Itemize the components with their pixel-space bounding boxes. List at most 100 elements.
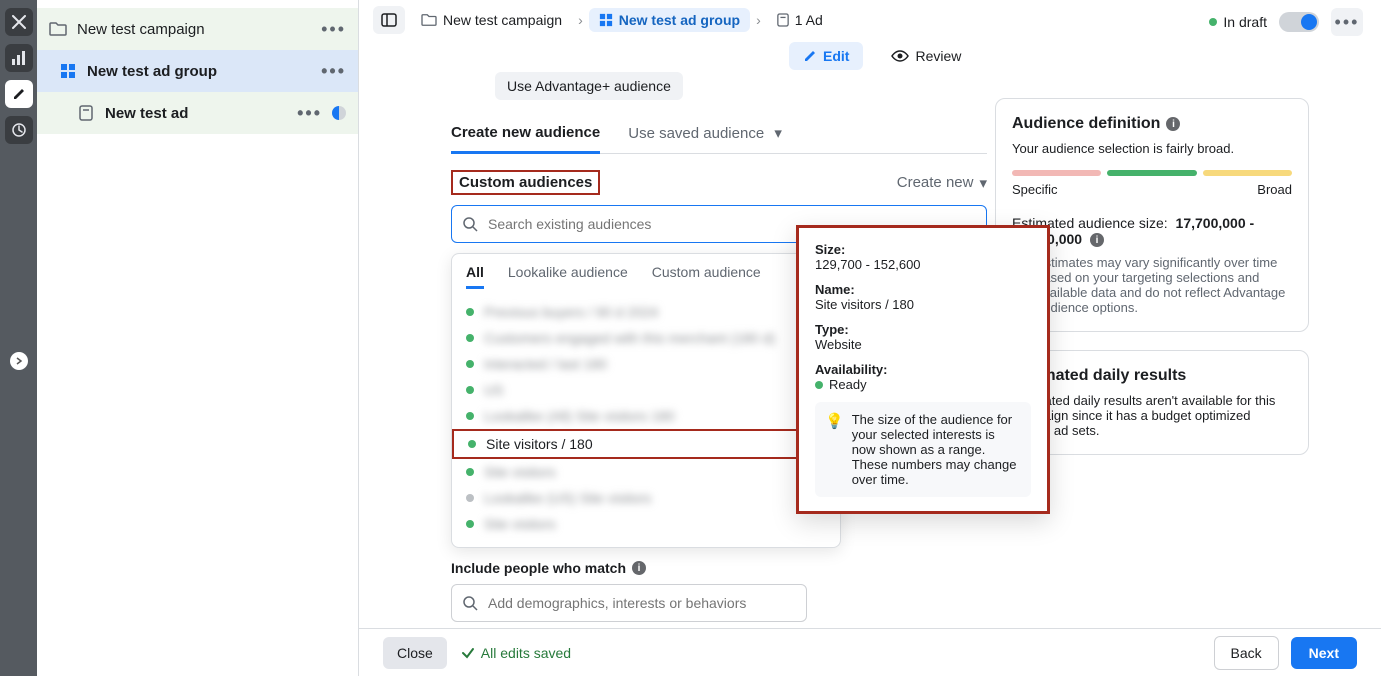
panel-toggle-icon[interactable]	[373, 6, 405, 34]
tab-saved-audience-label: Use saved audience	[628, 125, 764, 142]
meter-labels: Specific Broad	[1012, 182, 1292, 197]
clock-icon[interactable]	[5, 116, 33, 144]
folder-icon	[49, 20, 67, 38]
folder-icon	[421, 13, 437, 27]
tooltip-note: 💡 The size of the audience for your sele…	[815, 402, 1031, 497]
tree-adgroup-row[interactable]: New test ad group •••	[37, 50, 358, 92]
chart-icon[interactable]	[5, 44, 33, 72]
audience-item-label: Site visitors	[484, 464, 556, 480]
grid-icon	[59, 62, 77, 80]
audience-list-item[interactable]: Site visitors	[452, 511, 840, 537]
dd-tab-lookalike[interactable]: Lookalike audience	[508, 264, 628, 289]
tooltip-availability-row: Availability: Ready	[815, 362, 1031, 392]
expand-rail-icon[interactable]	[10, 352, 28, 370]
status-dot-icon	[466, 412, 474, 420]
advantage-suggestion-button[interactable]: Use Advantage+ audience	[495, 72, 683, 100]
audience-mode-tabs: Create new audience Use saved audience ▾	[451, 118, 987, 154]
lightbulb-icon: 💡	[825, 412, 844, 487]
custom-audiences-label: Custom audiences	[451, 170, 600, 195]
left-icon-rail	[0, 0, 37, 676]
status-dot-icon	[466, 468, 474, 476]
edit-button-label: Edit	[823, 48, 849, 64]
audience-list-item[interactable]: Customers engaged with this merchant (18…	[452, 325, 840, 351]
meter-label-specific: Specific	[1012, 182, 1058, 197]
more-icon[interactable]: •••	[297, 103, 322, 124]
audience-item-label: Previous buyers / 90 d 2024	[484, 304, 658, 320]
check-icon	[461, 646, 475, 660]
back-button[interactable]: Back	[1214, 636, 1279, 670]
dd-tab-custom[interactable]: Custom audience	[652, 264, 761, 289]
dd-tab-all[interactable]: All	[466, 264, 484, 289]
audience-list-item[interactable]: Interacted / last 180	[452, 351, 840, 377]
draft-status-label: In draft	[1223, 14, 1267, 30]
audience-item-label: Lookalike (US) Site visitors	[484, 490, 651, 506]
tooltip-availability-label: Availability:	[815, 362, 1031, 377]
meter-seg-mid	[1107, 170, 1196, 176]
status-dot-icon	[468, 440, 476, 448]
tree-campaign-label: New test campaign	[77, 21, 205, 38]
create-new-audience-button[interactable]: Create new ▾	[897, 174, 987, 192]
pencil-icon	[803, 49, 817, 63]
chevron-right-icon: ›	[578, 12, 583, 28]
status-dot-icon	[466, 334, 474, 342]
saved-indicator-label: All edits saved	[481, 645, 571, 661]
close-button[interactable]: Close	[383, 637, 447, 669]
status-dot-icon	[466, 360, 474, 368]
info-icon[interactable]: i	[1090, 233, 1104, 247]
status-dot-icon	[466, 494, 474, 502]
edit-button[interactable]: Edit	[789, 42, 863, 70]
audience-list-item[interactable]: Lookalike (All) Site visitors 180	[452, 403, 840, 429]
tooltip-size-label: Size:	[815, 242, 1031, 257]
meter-seg-broad	[1203, 170, 1292, 176]
crumb-campaign[interactable]: New test campaign	[411, 8, 572, 32]
audience-filter-tabs: All Lookalike audience Custom audience	[452, 264, 840, 299]
tree-ad-label: New test ad	[105, 105, 188, 122]
audience-list-item[interactable]: US	[452, 377, 840, 403]
chevron-right-icon: ›	[756, 12, 761, 28]
breadcrumb: New test campaign › New test ad group › …	[373, 6, 833, 34]
eye-icon	[891, 50, 909, 62]
header-bar: New test campaign › New test ad group › …	[359, 0, 1381, 72]
audience-list-item-selected[interactable]: Site visitors / 180	[452, 429, 840, 459]
more-icon[interactable]: •••	[321, 19, 346, 40]
audience-item-label: Interacted / last 180	[484, 356, 607, 372]
include-people-text: Include people who match	[451, 560, 626, 576]
tab-create-audience[interactable]: Create new audience	[451, 118, 600, 154]
create-new-label: Create new	[897, 174, 974, 191]
more-icon[interactable]: •••	[321, 61, 346, 82]
crumb-adgroup[interactable]: New test ad group	[589, 8, 750, 32]
crumb-adgroup-label: New test ad group	[619, 12, 740, 28]
info-icon[interactable]: i	[1166, 117, 1180, 131]
status-dot-icon	[815, 381, 823, 389]
publish-toggle[interactable]	[1279, 12, 1319, 32]
more-icon[interactable]: •••	[1331, 8, 1363, 36]
review-button-label: Review	[915, 48, 961, 64]
audience-item-label: Customers engaged with this merchant (18…	[484, 330, 775, 346]
include-people-label: Include people who match i	[451, 560, 987, 576]
estimated-size-row: Estimated audience size: 17,700,000 - 20…	[1012, 215, 1292, 247]
review-button[interactable]: Review	[881, 42, 971, 70]
tab-saved-audience[interactable]: Use saved audience ▾	[628, 118, 782, 153]
draft-status: In draft	[1209, 14, 1267, 30]
header-status-area: In draft •••	[1209, 8, 1363, 36]
audience-list-item[interactable]: Previous buyers / 90 d 2024	[452, 299, 840, 325]
meter-label-broad: Broad	[1257, 182, 1292, 197]
header-action-row: Edit Review	[789, 42, 971, 70]
audience-list-item[interactable]: Lookalike (US) Site visitors	[452, 485, 840, 511]
info-icon[interactable]: i	[632, 561, 646, 575]
pencil-icon[interactable]	[5, 80, 33, 108]
next-button[interactable]: Next	[1291, 637, 1357, 669]
audience-list-item[interactable]: Site visitors	[452, 459, 840, 485]
crumb-ad[interactable]: 1 Ad	[767, 8, 833, 32]
tree-campaign-row[interactable]: New test campaign •••	[37, 8, 358, 50]
audience-item-label: US	[484, 382, 503, 398]
demographics-search-input[interactable]	[488, 595, 796, 611]
close-icon[interactable]	[5, 8, 33, 36]
daily-results-title: Estimated daily results	[1012, 367, 1292, 385]
audience-dropdown-panel: All Lookalike audience Custom audience P…	[451, 253, 841, 548]
demographics-search-field[interactable]	[451, 584, 807, 622]
tooltip-name-label: Name:	[815, 282, 1031, 297]
caret-down-icon: ▾	[979, 174, 987, 192]
tree-ad-row[interactable]: New test ad •••	[37, 92, 358, 134]
crumb-ad-label: 1 Ad	[795, 12, 823, 28]
